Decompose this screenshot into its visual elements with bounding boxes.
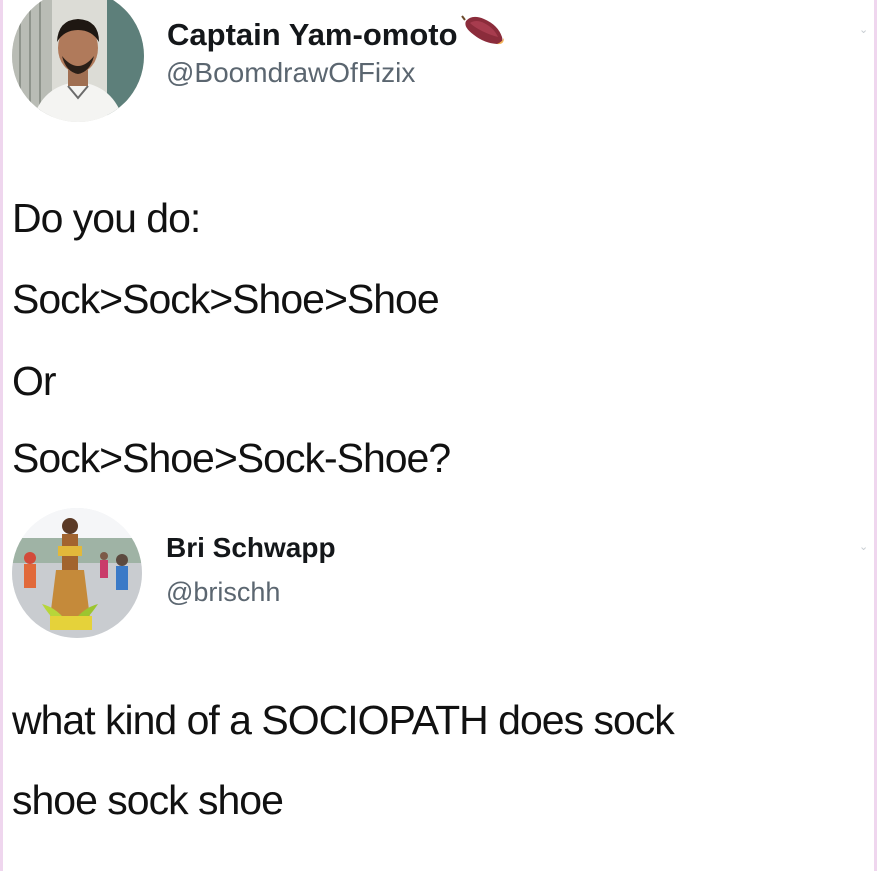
chevron-down-icon[interactable]: ⌄ bbox=[859, 541, 871, 553]
tweet-original: Captain Yam-omoto @BoomdrawOfFizix ⌄ Do … bbox=[0, 0, 877, 505]
display-name[interactable]: Captain Yam-omoto bbox=[167, 11, 506, 53]
handle[interactable]: @BoomdrawOfFizix bbox=[166, 57, 415, 89]
display-name-text[interactable]: Captain Yam-omoto bbox=[167, 17, 458, 52]
display-name[interactable]: Bri Schwapp bbox=[166, 532, 336, 564]
tweet-text-line: Sock>Shoe>Sock-Shoe? bbox=[12, 435, 451, 481]
tweet-reply: Bri Schwapp @brischh ⌄ what kind of a SO… bbox=[0, 505, 877, 871]
handle[interactable]: @brischh bbox=[166, 577, 280, 608]
tweet-text-line: Do you do: bbox=[12, 195, 201, 241]
avatar-bri-schwapp[interactable] bbox=[12, 508, 142, 638]
tweet-text-line: what kind of a SOCIOPATH does sock bbox=[12, 697, 675, 743]
tweet-text-line: Or bbox=[12, 358, 57, 404]
chevron-down-icon[interactable]: ⌄ bbox=[859, 24, 871, 36]
sweet-potato-icon bbox=[460, 11, 506, 49]
tweet-text-line: Sock>Sock>Shoe>Shoe bbox=[12, 276, 440, 322]
avatar-captain-yam-omoto[interactable] bbox=[12, 0, 144, 122]
tweet-text-line: shoe sock shoe bbox=[12, 777, 284, 823]
